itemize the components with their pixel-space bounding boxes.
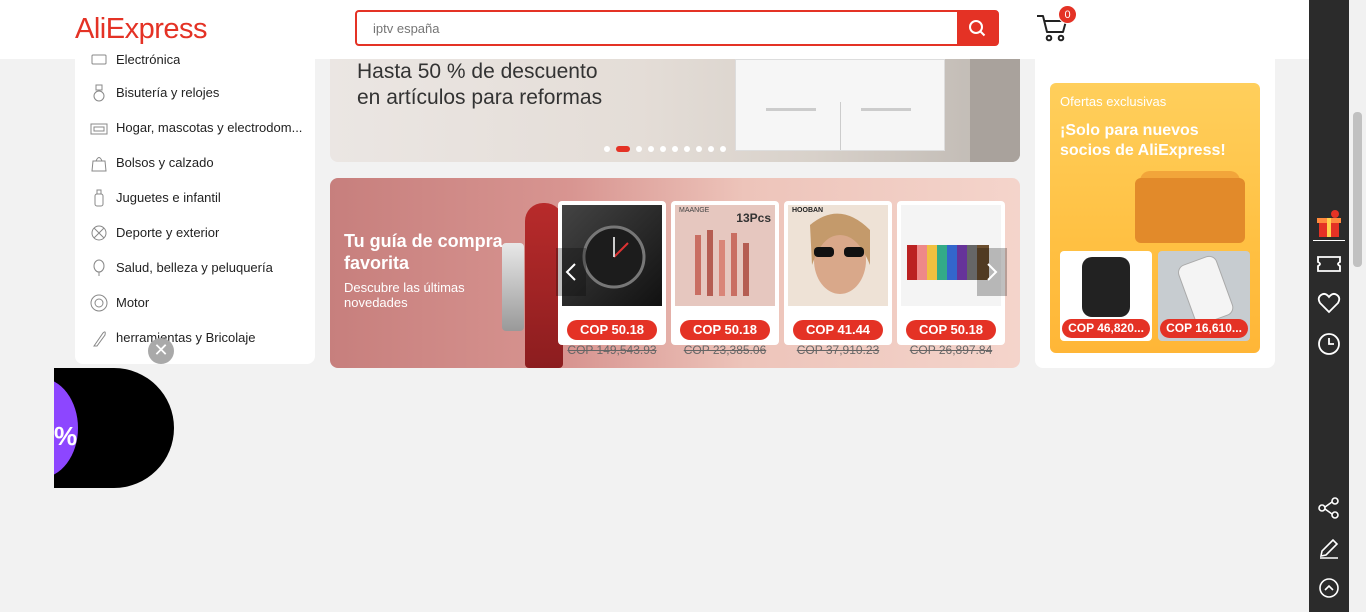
carousel-next-button[interactable]	[977, 248, 1007, 296]
product-card[interactable]: MAANGE 13Pcs COP 50.18 COP 23,385.06	[671, 201, 779, 357]
wishlist-button[interactable]	[1315, 289, 1343, 317]
product-price: COP 50.18	[906, 320, 996, 340]
carousel-dot[interactable]	[684, 146, 690, 152]
electronics-icon	[90, 50, 108, 70]
chevron-left-icon	[565, 263, 576, 281]
close-bubble-button[interactable]: ✕	[148, 338, 174, 364]
category-label: Hogar, mascotas y electrodom...	[116, 120, 303, 135]
category-label: Salud, belleza y peluquería	[116, 260, 273, 275]
banner-subheadline: en artículos para reformas	[357, 86, 603, 109]
search-button[interactable]	[957, 12, 997, 44]
wheel-icon	[90, 293, 108, 313]
hero-banner[interactable]: Hasta 50 % de descuento en artículos par…	[330, 59, 1020, 162]
category-label: Bisutería y relojes	[116, 85, 220, 100]
carousel-dot[interactable]	[604, 146, 610, 152]
carousel-dot[interactable]	[616, 146, 630, 152]
lipstick-icon	[90, 258, 108, 278]
category-label: herramientas y Bricolaje	[116, 330, 256, 345]
ring-icon	[90, 83, 108, 103]
cart-count-badge: 0	[1058, 5, 1077, 24]
product-brand: MAANGE	[679, 207, 710, 214]
product-old-price: COP 23,385.06	[683, 343, 767, 357]
product-old-price: COP 26,897.84	[909, 343, 993, 357]
promo-title: ¡Solo para nuevos socios de AliExpress!	[1060, 122, 1226, 159]
category-item-electronics[interactable]: Electrónica	[75, 42, 315, 77]
category-item-home[interactable]: Hogar, mascotas y electrodom...	[75, 110, 315, 145]
promo-product[interactable]: COP 16,610...	[1158, 251, 1250, 341]
gift-icon	[1317, 210, 1341, 237]
product-old-price: COP 37,910.23	[796, 343, 880, 357]
category-label: Deporte y exterior	[116, 225, 220, 240]
tools-icon	[90, 328, 108, 348]
shopping-guide-banner[interactable]: Tu guía de compra favorita Descubre las …	[330, 178, 1020, 368]
arrow-up-circle-icon	[1319, 578, 1339, 598]
percent-text: %	[54, 421, 78, 451]
product-image-label: 13Pcs	[736, 211, 771, 225]
category-item-bags[interactable]: Bolsos y calzado	[75, 145, 315, 180]
guide-subtext: Descubre las últimas novedades	[344, 280, 465, 310]
search-bar	[355, 10, 999, 46]
coupon-icon	[1317, 256, 1341, 272]
ball-icon	[90, 223, 108, 243]
promo-price: COP 46,820...	[1062, 319, 1150, 338]
carousel-dot[interactable]	[696, 146, 702, 152]
side-toolbar	[1309, 0, 1349, 612]
guide-heading: Tu guía de compra favorita	[344, 231, 503, 273]
banner-headline: Hasta 50 % de descuento	[357, 60, 598, 83]
treasure-chest-image	[1135, 178, 1245, 243]
sofa-icon	[90, 118, 108, 138]
carousel-dot[interactable]	[648, 146, 654, 152]
product-brand: HOOBAN	[792, 207, 824, 214]
promo-tag: Ofertas exclusivas	[1060, 94, 1167, 109]
page-scrollbar[interactable]	[1349, 0, 1366, 612]
product-image-brushes: MAANGE 13Pcs	[675, 205, 775, 306]
blender-image	[502, 243, 524, 331]
carousel-prev-button[interactable]	[556, 248, 586, 296]
category-item-tools[interactable]: herramientas y Bricolaje	[75, 320, 315, 355]
new-user-promo[interactable]: Ofertas exclusivas ¡Solo para nuevos soc…	[1050, 83, 1260, 353]
carousel-dot[interactable]	[660, 146, 666, 152]
share-icon	[1318, 497, 1339, 519]
category-item-beauty[interactable]: Salud, belleza y peluquería	[75, 250, 315, 285]
coupon-button[interactable]	[1315, 250, 1343, 278]
category-item-sports[interactable]: Deporte y exterior	[75, 215, 315, 250]
category-item-toys[interactable]: Juguetes e infantil	[75, 180, 315, 215]
heart-icon	[1317, 292, 1341, 314]
category-label: Electrónica	[116, 52, 181, 67]
product-image-sunglasses: HOOBAN	[788, 205, 888, 306]
product-price: COP 41.44	[793, 320, 883, 340]
clock-icon	[1318, 333, 1340, 355]
gift-button[interactable]	[1315, 210, 1343, 238]
bag-icon	[90, 153, 108, 173]
pencil-icon	[1319, 538, 1339, 559]
floating-promo-bubble[interactable]: %	[54, 368, 174, 488]
carousel-dot[interactable]	[708, 146, 714, 152]
carousel-dot[interactable]	[672, 146, 678, 152]
back-to-top-button[interactable]	[1315, 574, 1343, 602]
product-price: COP 50.18	[567, 320, 657, 340]
share-button[interactable]	[1315, 494, 1343, 522]
history-button[interactable]	[1315, 330, 1343, 358]
category-label: Bolsos y calzado	[116, 155, 214, 170]
category-label: Juguetes e infantil	[116, 190, 221, 205]
carousel-dots	[604, 146, 726, 152]
baby-bottle-icon	[90, 188, 108, 208]
category-panel: Electrónica Bisutería y relojes Hogar, m…	[75, 52, 315, 364]
search-input[interactable]	[357, 12, 959, 44]
carousel-dot[interactable]	[636, 146, 642, 152]
search-icon	[969, 20, 986, 37]
scroll-thumb[interactable]	[1353, 112, 1362, 267]
carousel-dot[interactable]	[720, 146, 726, 152]
banner-image	[735, 59, 945, 151]
product-card[interactable]: HOOBAN COP 41.44 COP 37,910.23	[784, 201, 892, 357]
feedback-button[interactable]	[1315, 534, 1343, 562]
promo-product[interactable]: COP 46,820...	[1060, 251, 1152, 341]
category-item-jewelry[interactable]: Bisutería y relojes	[75, 75, 315, 110]
category-item-motor[interactable]: Motor	[75, 285, 315, 320]
promo-price: COP 16,610...	[1160, 319, 1248, 338]
category-label: Motor	[116, 295, 150, 310]
product-old-price: COP 149,543.93	[567, 343, 657, 357]
chevron-right-icon	[987, 263, 998, 281]
product-price: COP 50.18	[680, 320, 770, 340]
